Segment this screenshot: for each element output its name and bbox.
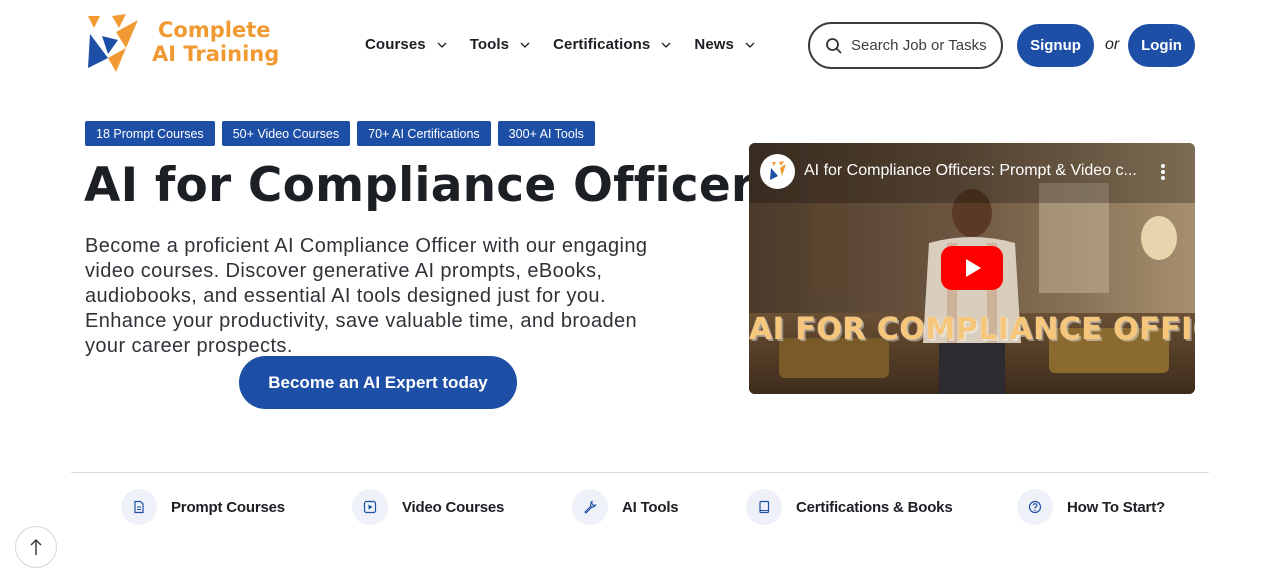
page-title: AI for Compliance Officers xyxy=(84,158,783,213)
arrow-up-icon xyxy=(30,538,42,555)
chevron-down-icon xyxy=(745,42,755,48)
play-icon xyxy=(352,489,388,525)
wrench-icon xyxy=(572,489,608,525)
video-caption: AI FOR COMPLIANCE OFFICERS xyxy=(749,312,1195,347)
nav-certifications-label: Certifications xyxy=(553,36,651,53)
brand-name: Complete AI Training xyxy=(152,18,279,66)
quick-link-label: Prompt Courses xyxy=(171,498,285,516)
channel-avatar[interactable] xyxy=(760,154,795,189)
quick-link-how-to-start[interactable]: How To Start? xyxy=(1017,489,1165,525)
chevron-down-icon xyxy=(437,42,447,48)
quick-link-prompt-courses[interactable]: Prompt Courses xyxy=(121,489,285,525)
nav-news-label: News xyxy=(694,36,734,53)
quick-link-ai-tools[interactable]: AI Tools xyxy=(572,489,679,525)
scroll-to-top-button[interactable] xyxy=(15,526,57,568)
nav-news[interactable]: News xyxy=(694,36,756,53)
stat-badges: 18 Prompt Courses 50+ Video Courses 70+ … xyxy=(85,121,602,146)
quick-link-certifications-books[interactable]: Certifications & Books xyxy=(746,489,953,525)
brand-name-line1: Complete xyxy=(158,18,271,42)
section-divider xyxy=(71,472,1209,473)
nav-courses-label: Courses xyxy=(365,36,426,53)
or-separator: or xyxy=(1105,36,1120,53)
play-button-icon[interactable] xyxy=(941,246,1003,290)
more-options-icon[interactable] xyxy=(1156,161,1170,183)
chevron-down-icon xyxy=(520,42,530,48)
search-box[interactable] xyxy=(808,22,1003,69)
video-player[interactable]: AI for Compliance Officers: Prompt & Vid… xyxy=(749,143,1195,394)
cta-button[interactable]: Become an AI Expert today xyxy=(239,356,517,409)
document-icon xyxy=(121,489,157,525)
nav-tools-label: Tools xyxy=(469,36,510,53)
quick-link-video-courses[interactable]: Video Courses xyxy=(352,489,504,525)
channel-logo-icon xyxy=(770,161,786,180)
brand-logo[interactable]: Complete AI Training xyxy=(86,14,279,72)
main-nav: Courses Tools Certifications News xyxy=(365,36,778,53)
login-button[interactable]: Login xyxy=(1128,24,1195,67)
site-header: Complete AI Training Courses Tools Certi… xyxy=(0,0,1280,92)
nav-courses[interactable]: Courses xyxy=(365,36,448,53)
quick-link-label: AI Tools xyxy=(622,498,679,516)
logo-mark-icon xyxy=(88,14,138,72)
search-input[interactable] xyxy=(851,37,1001,54)
brand-name-line2: AI Training xyxy=(152,42,280,66)
video-title[interactable]: AI for Compliance Officers: Prompt & Vid… xyxy=(804,162,1144,180)
nav-tools[interactable]: Tools xyxy=(470,36,531,53)
quick-link-label: Certifications & Books xyxy=(796,498,953,516)
quick-link-label: How To Start? xyxy=(1067,498,1165,516)
hero-description: Become a proficient AI Compliance Office… xyxy=(85,235,648,357)
quick-link-label: Video Courses xyxy=(402,498,505,516)
signup-button[interactable]: Signup xyxy=(1017,24,1094,67)
search-icon xyxy=(826,37,842,54)
chevron-down-icon xyxy=(661,42,671,48)
badge-ai-certifications[interactable]: 70+ AI Certifications xyxy=(357,121,491,146)
badge-ai-tools[interactable]: 300+ AI Tools xyxy=(497,121,595,146)
nav-certifications[interactable]: Certifications xyxy=(553,36,672,53)
book-icon xyxy=(746,489,782,525)
question-icon xyxy=(1017,489,1053,525)
badge-prompt-courses[interactable]: 18 Prompt Courses xyxy=(85,121,215,146)
badge-video-courses[interactable]: 50+ Video Courses xyxy=(221,121,351,146)
